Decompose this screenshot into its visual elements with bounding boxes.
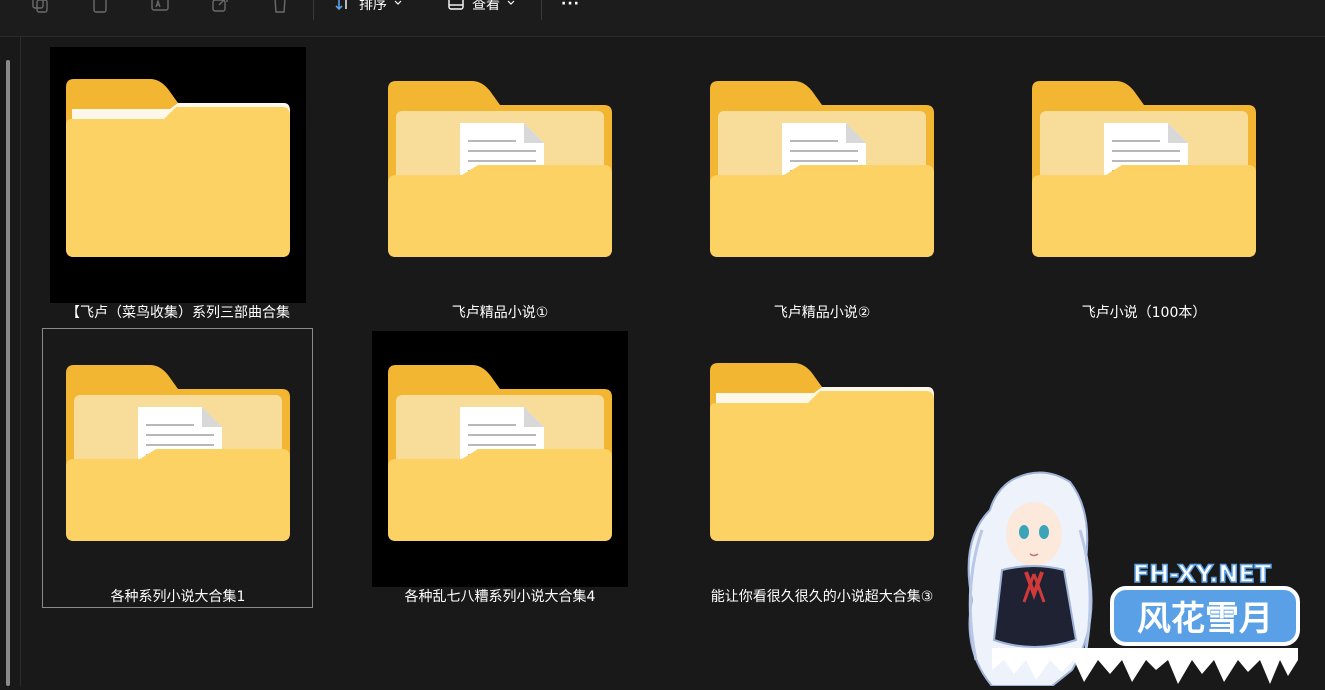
more-options-button[interactable]: ··· bbox=[561, 0, 580, 16]
view-button[interactable]: 查看 bbox=[446, 0, 516, 16]
folder-item[interactable]: 【飞卢（菜鸟收集）系列三部曲合集 bbox=[50, 47, 322, 329]
folder-thumbnail bbox=[694, 47, 950, 303]
folder-name: 飞卢小说（100本） bbox=[1081, 305, 1207, 321]
folder-icon bbox=[388, 365, 612, 541]
watermark-name-text: 风花雪月 bbox=[1137, 599, 1273, 639]
paste-icon[interactable] bbox=[90, 0, 110, 14]
navigation-pane-edge bbox=[0, 36, 21, 686]
folder-item[interactable]: 各种乱七八糟系列小说大合集4 bbox=[372, 331, 644, 613]
rename-icon[interactable] bbox=[150, 0, 170, 14]
site-watermark: FH-XY.NET 风花雪月 bbox=[952, 470, 1302, 687]
folder-item[interactable]: 能让你看很久很久的小说超大合集③ bbox=[694, 331, 966, 613]
toolbar-separator bbox=[541, 0, 542, 20]
folder-thumbnail bbox=[1016, 47, 1272, 303]
folder-thumbnail bbox=[372, 331, 628, 587]
folder-icon bbox=[66, 365, 290, 541]
share-icon[interactable] bbox=[210, 0, 230, 14]
folder-item-selected[interactable]: 各种系列小说大合集1 bbox=[42, 328, 322, 613]
sort-label: 排序 bbox=[359, 0, 387, 13]
folder-icon bbox=[710, 363, 934, 541]
folder-name: 各种系列小说大合集1 bbox=[110, 589, 246, 605]
toolbar-separator bbox=[313, 0, 314, 20]
scrollbar-thumb[interactable] bbox=[6, 60, 10, 686]
folder-item[interactable]: 飞卢小说（100本） bbox=[1016, 47, 1288, 329]
delete-icon[interactable] bbox=[270, 0, 290, 14]
copy-icon[interactable] bbox=[30, 0, 50, 14]
sort-button[interactable]: 排序 bbox=[333, 0, 403, 16]
chevron-down-icon bbox=[506, 0, 516, 12]
folder-item[interactable]: 飞卢精品小说① bbox=[372, 47, 644, 329]
chevron-down-icon bbox=[393, 0, 403, 12]
folder-name: 【飞卢（菜鸟收集）系列三部曲合集 bbox=[66, 305, 290, 321]
folder-name: 各种乱七八糟系列小说大合集4 bbox=[404, 589, 596, 605]
watermark-site-text: FH-XY.NET bbox=[1133, 560, 1272, 588]
toolbar: 排序 查看 ··· bbox=[0, 0, 1325, 37]
folder-thumbnail bbox=[50, 47, 306, 303]
sort-icon bbox=[333, 0, 353, 16]
mascot-illustration: FH-XY.NET 风花雪月 bbox=[967, 471, 1300, 687]
folder-name: 能让你看很久很久的小说超大合集③ bbox=[710, 589, 934, 605]
folder-name: 飞卢精品小说① bbox=[451, 305, 549, 321]
folder-thumbnail bbox=[372, 47, 628, 303]
folder-icon bbox=[710, 81, 934, 257]
folder-icon bbox=[388, 81, 612, 257]
folder-thumbnail bbox=[50, 331, 306, 587]
folder-item[interactable]: 飞卢精品小说② bbox=[694, 47, 966, 329]
more-icon: ··· bbox=[561, 0, 580, 12]
folder-name: 飞卢精品小说② bbox=[773, 305, 871, 321]
folder-icon bbox=[66, 79, 290, 257]
folder-icon bbox=[1032, 81, 1256, 257]
view-label: 查看 bbox=[472, 0, 500, 13]
view-icon bbox=[446, 0, 466, 16]
folder-thumbnail bbox=[694, 331, 950, 587]
